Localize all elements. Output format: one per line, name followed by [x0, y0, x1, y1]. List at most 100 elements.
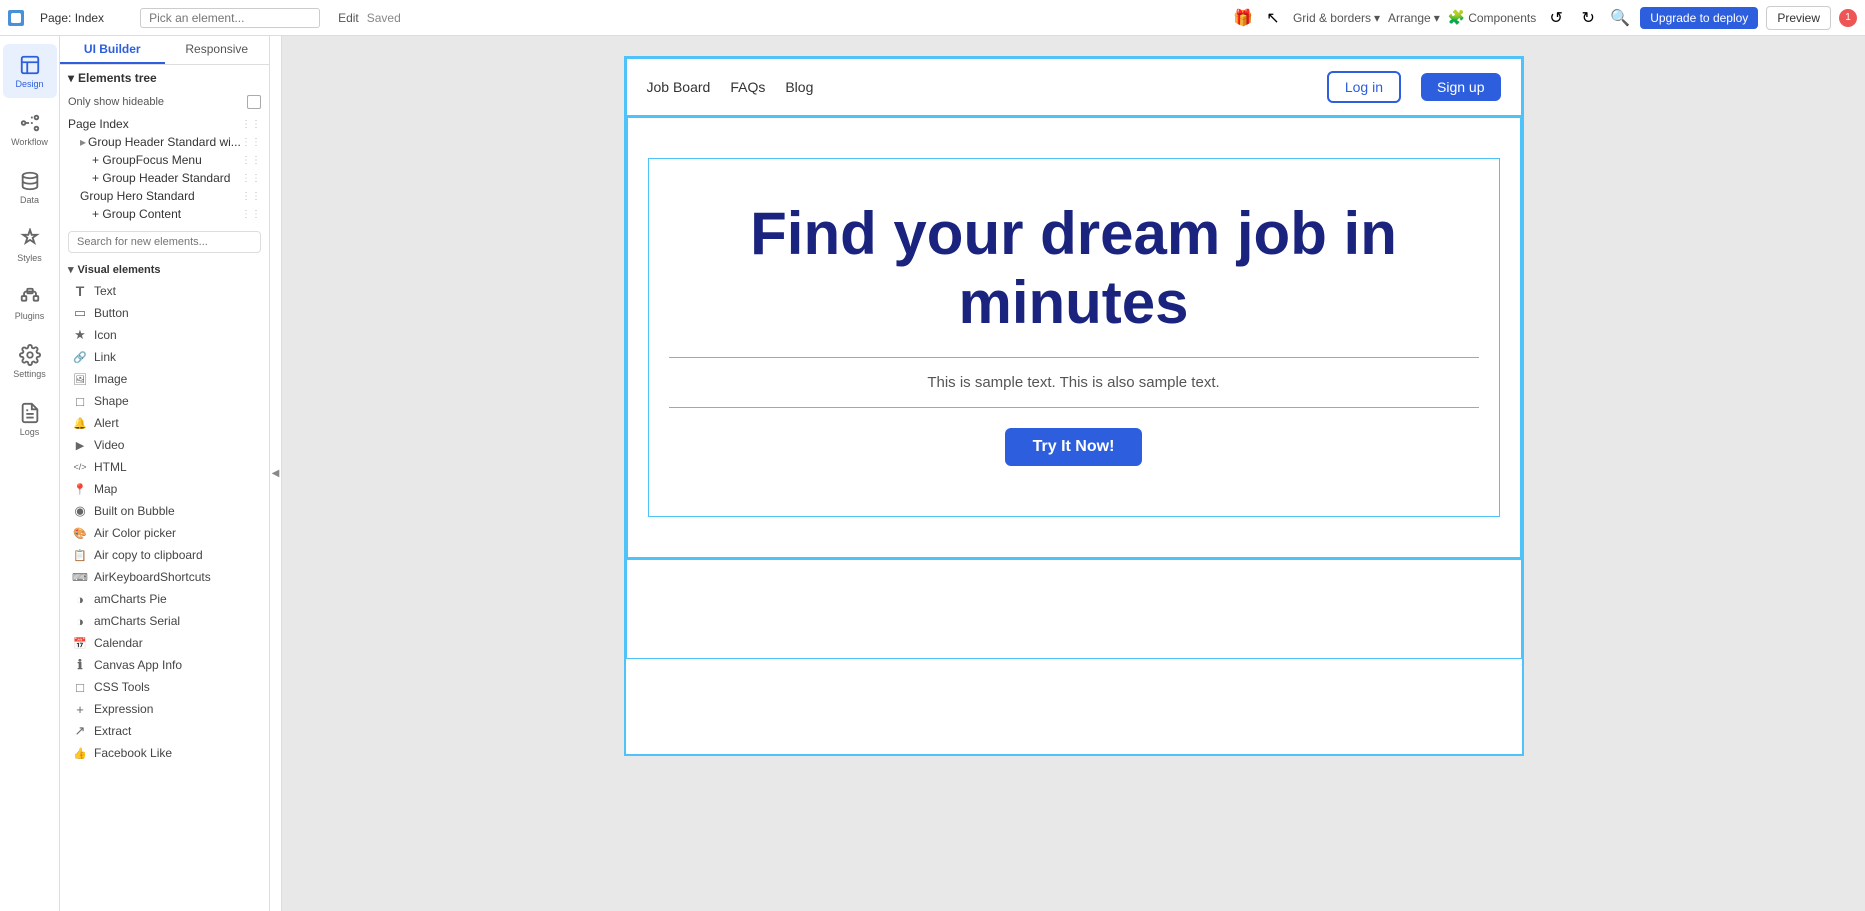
built-on-bubble-icon: ◉ — [72, 503, 88, 519]
nav-job-board[interactable]: Job Board — [647, 79, 711, 95]
element-expression[interactable]: + Expression — [60, 698, 269, 720]
visual-elements-chevron-icon — [68, 263, 74, 276]
upgrade-button[interactable]: Upgrade to deploy — [1640, 7, 1758, 29]
element-extract-label: Extract — [94, 724, 131, 738]
redo-icon[interactable]: ↻ — [1576, 6, 1600, 30]
group-hero-label: Group Hero Standard — [80, 189, 195, 203]
element-calendar[interactable]: 📅 Calendar — [60, 632, 269, 654]
tree-item-group-hero[interactable]: Group Hero Standard ⋮⋮ — [60, 187, 269, 205]
element-air-copy-clipboard[interactable]: 📋 Air copy to clipboard — [60, 544, 269, 566]
rail-item-data[interactable]: Data — [3, 160, 57, 214]
rail-item-logs[interactable]: Logs — [3, 392, 57, 446]
tab-ui-builder[interactable]: UI Builder — [60, 36, 165, 64]
rail-item-styles[interactable]: Styles — [3, 218, 57, 272]
preview-button[interactable]: Preview — [1766, 6, 1831, 30]
element-video[interactable]: ▶ Video — [60, 434, 269, 456]
rail-item-workflow[interactable]: Workflow — [3, 102, 57, 156]
tree-item-group-header[interactable]: Group Header Standard wi... ⋮⋮ — [60, 133, 269, 151]
undo-icon[interactable]: ↺ — [1544, 6, 1568, 30]
element-button[interactable]: ▭ Button — [60, 302, 269, 324]
collapse-arrow-icon: ◀ — [272, 468, 280, 479]
pick-element-input[interactable] — [140, 8, 320, 28]
topbar-icons: 🎁 ↖ — [1231, 6, 1285, 30]
panel-collapse-button[interactable]: ◀ — [270, 36, 282, 911]
video-icon: ▶ — [72, 437, 88, 453]
left-panel: UI Builder Responsive Elements tree Only… — [60, 36, 270, 911]
element-link[interactable]: 🔗 Link — [60, 346, 269, 368]
edit-saved-group: Edit Saved — [338, 11, 401, 25]
tree-item-groupfocus[interactable]: + GroupFocus Menu ⋮⋮ — [60, 151, 269, 169]
search-elements-input[interactable] — [68, 231, 261, 253]
element-image[interactable]: 🖼 Image — [60, 368, 269, 390]
element-canvas-app-info[interactable]: ℹ Canvas App Info — [60, 654, 269, 676]
nav-blog[interactable]: Blog — [785, 79, 813, 95]
element-canvas-app-info-label: Canvas App Info — [94, 658, 182, 672]
arrange-menu[interactable]: Arrange — [1388, 11, 1440, 25]
rail-item-plugins[interactable]: Plugins — [3, 276, 57, 330]
search-icon[interactable]: 🔍 — [1608, 6, 1632, 30]
empty-section — [626, 559, 1522, 659]
tree-item-page-index[interactable]: Page Index ⋮⋮ — [60, 115, 269, 133]
login-button[interactable]: Log in — [1327, 71, 1401, 103]
element-shape[interactable]: □ Shape — [60, 390, 269, 412]
drag-handle-icon: ⋮⋮ — [241, 191, 261, 202]
element-video-label: Video — [94, 438, 124, 452]
canvas-area[interactable]: Job Board FAQs Blog Log in Sign up Find … — [282, 36, 1865, 911]
element-shape-label: Shape — [94, 394, 129, 408]
page-tab[interactable]: Page: Index — [32, 11, 112, 25]
components-label: Components — [1468, 11, 1536, 25]
air-color-picker-icon: 🎨 — [72, 525, 88, 541]
notification-badge[interactable]: 1 — [1839, 9, 1857, 27]
hero-title-container: Find your dream job in minutes — [669, 199, 1479, 358]
air-keyboard-shortcuts-icon: ⌨ — [72, 569, 88, 585]
nav-faqs[interactable]: FAQs — [730, 79, 765, 95]
group-header-label: Group Header Standard wi... — [88, 135, 241, 149]
element-air-keyboard-shortcuts[interactable]: ⌨ AirKeyboardShortcuts — [60, 566, 269, 588]
element-alert[interactable]: 🔔 Alert — [60, 412, 269, 434]
amcharts-pie-icon: ◑ — [72, 591, 88, 607]
only-show-hideable-checkbox[interactable] — [247, 95, 261, 109]
element-facebook-like[interactable]: 👍 Facebook Like — [60, 742, 269, 764]
tab-responsive[interactable]: Responsive — [165, 36, 270, 64]
image-icon: 🖼 — [72, 371, 88, 387]
rail-item-design[interactable]: Design — [3, 44, 57, 98]
signup-button[interactable]: Sign up — [1421, 73, 1500, 101]
tree-item-group-header-standard[interactable]: + Group Header Standard ⋮⋮ — [60, 169, 269, 187]
element-html[interactable]: </> HTML — [60, 456, 269, 478]
text-icon: T — [72, 283, 88, 299]
element-css-tools[interactable]: □ CSS Tools — [60, 676, 269, 698]
grid-borders-label: Grid & borders — [1293, 11, 1371, 25]
element-amcharts-pie-label: amCharts Pie — [94, 592, 167, 606]
element-css-tools-label: CSS Tools — [94, 680, 150, 694]
rail-item-settings[interactable]: Settings — [3, 334, 57, 388]
arrange-chevron-icon — [1434, 11, 1440, 25]
element-icon[interactable]: ★ Icon — [60, 324, 269, 346]
rail-design-label: Design — [15, 79, 43, 89]
element-amcharts-serial[interactable]: ◑ amCharts Serial — [60, 610, 269, 632]
element-extract[interactable]: ↗ Extract — [60, 720, 269, 742]
elements-list: T Text ▭ Button ★ Icon 🔗 Link 🖼 Image □ — [60, 280, 269, 911]
cursor-icon[interactable]: ↖ — [1261, 6, 1285, 30]
element-amcharts-pie[interactable]: ◑ amCharts Pie — [60, 588, 269, 610]
element-facebook-like-label: Facebook Like — [94, 746, 172, 760]
element-icon-label: Icon — [94, 328, 117, 342]
element-map[interactable]: 📍 Map — [60, 478, 269, 500]
element-air-color-picker-label: Air Color picker — [94, 526, 176, 540]
topbar-right: 🎁 ↖ Grid & borders Arrange 🧩 Components … — [1231, 6, 1857, 30]
rail-settings-label: Settings — [13, 369, 46, 379]
panel-tabs: UI Builder Responsive — [60, 36, 269, 65]
drag-handle-icon: ⋮⋮ — [241, 119, 261, 130]
rail-logs-label: Logs — [20, 427, 40, 437]
components-menu[interactable]: 🧩 Components — [1448, 9, 1536, 26]
element-text[interactable]: T Text — [60, 280, 269, 302]
gift-icon[interactable]: 🎁 — [1231, 6, 1255, 30]
element-built-on-bubble[interactable]: ◉ Built on Bubble — [60, 500, 269, 522]
element-built-on-bubble-label: Built on Bubble — [94, 504, 175, 518]
grid-borders-menu[interactable]: Grid & borders — [1293, 11, 1380, 25]
tree-item-group-content[interactable]: + Group Content ⋮⋮ — [60, 205, 269, 223]
groupfocus-label: GroupFocus Menu — [102, 153, 201, 167]
element-air-color-picker[interactable]: 🎨 Air Color picker — [60, 522, 269, 544]
edit-label[interactable]: Edit — [338, 11, 359, 25]
try-it-now-button[interactable]: Try It Now! — [1005, 428, 1143, 466]
elements-tree-chevron-icon — [68, 71, 74, 85]
